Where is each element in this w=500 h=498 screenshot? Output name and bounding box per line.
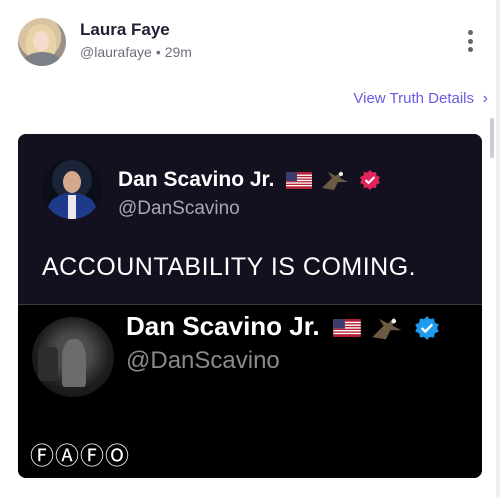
tweet1-handle: @DanScavino — [118, 198, 240, 219]
tweet1-text: ACCOUNTABILITY IS COMING. — [42, 253, 417, 281]
tweet2-text: ⒻⒶⒻⓄ — [30, 443, 130, 470]
tweet1-avatar — [42, 159, 102, 219]
eagle-icon — [372, 316, 402, 340]
post-header: Laura Faye @laurafaye • 29m — [18, 16, 482, 68]
view-truth-details-link[interactable]: View Truth Details — [353, 90, 474, 107]
author-name[interactable]: Laura Faye — [80, 20, 170, 40]
right-border — [496, 0, 500, 498]
author-meta: @laurafaye • 29m — [80, 44, 192, 60]
tweet2-avatar — [32, 317, 114, 397]
post-time[interactable]: 29m — [165, 44, 192, 60]
meta-separator: • — [155, 44, 161, 60]
author-avatar[interactable] — [18, 18, 66, 66]
tweet-screenshot-2: Dan Scavino Jr. @DanScavino ⒻⒶⒻⓄ — [18, 305, 482, 478]
chevron-right-icon[interactable]: › — [483, 90, 488, 108]
tweet1-name: Dan Scavino Jr. — [118, 168, 381, 192]
more-options-icon[interactable] — [468, 30, 474, 52]
us-flag-icon — [333, 319, 361, 338]
tweet-screenshot-1: Dan Scavino Jr. @DanScavino ACCOUNTABILI… — [18, 134, 482, 304]
post-image[interactable]: Dan Scavino Jr. @DanScavino ACCOUNTABILI… — [18, 134, 482, 478]
author-handle[interactable]: @laurafaye — [80, 44, 152, 60]
tweet1-name-text: Dan Scavino Jr. — [118, 168, 275, 191]
us-flag-icon — [286, 171, 313, 189]
tweet2-name: Dan Scavino Jr. — [126, 311, 440, 342]
eagle-icon — [322, 170, 349, 191]
tweet2-name-text: Dan Scavino Jr. — [126, 311, 320, 341]
verified-badge-icon — [359, 170, 380, 191]
verified-badge-icon — [415, 316, 440, 340]
tweet2-handle: @DanScavino — [126, 347, 280, 374]
scrollbar-thumb[interactable] — [490, 118, 494, 158]
